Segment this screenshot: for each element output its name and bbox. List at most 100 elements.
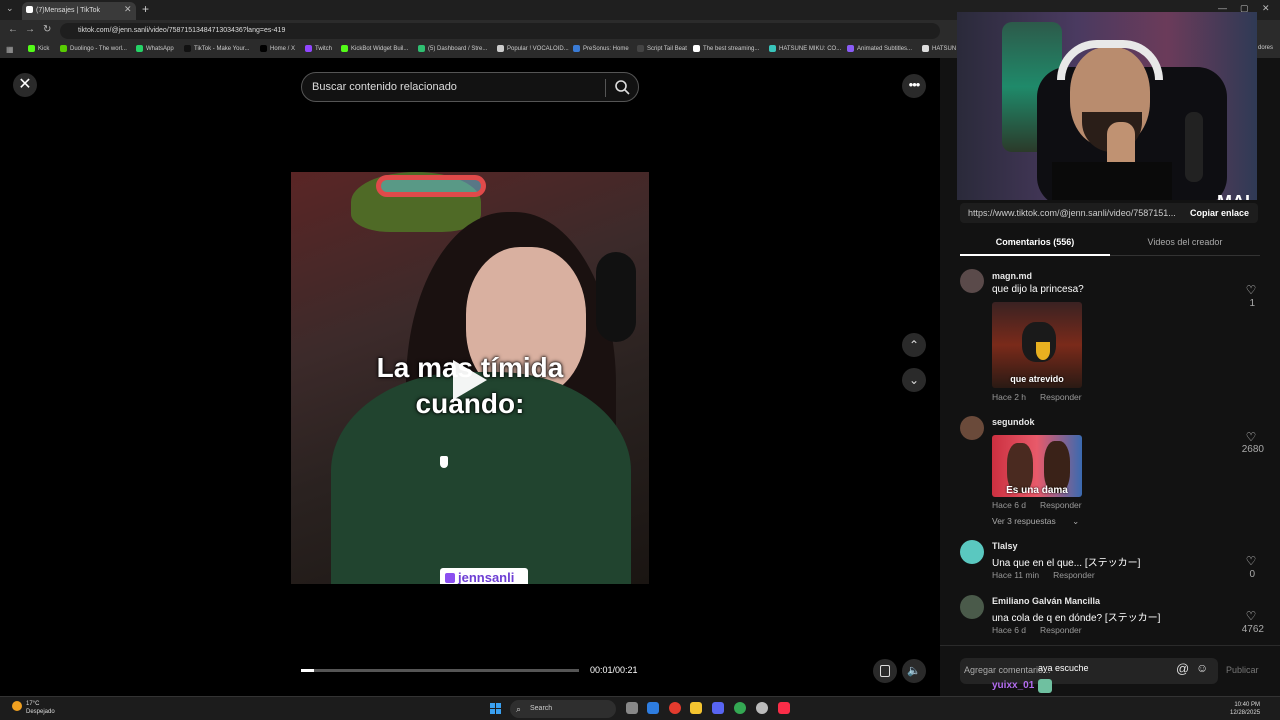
- reply-button[interactable]: Responder: [1040, 500, 1082, 510]
- video-progress-bar[interactable]: [301, 669, 579, 672]
- search-icon[interactable]: [614, 79, 630, 95]
- url-field[interactable]: tiktok.com/@jenn.sanli/video/75871513484…: [60, 23, 940, 39]
- taskbar-search[interactable]: ⌕ Search: [510, 700, 616, 718]
- volume-button[interactable]: 🔈: [902, 659, 926, 683]
- comment-username[interactable]: Tlalsy: [992, 541, 1018, 551]
- bookmark-item[interactable]: HATSUNE MIKU: CO...: [769, 45, 841, 52]
- comment-username[interactable]: segundok: [992, 417, 1035, 427]
- bookmark-item[interactable]: PreSonus: Home: [573, 45, 629, 52]
- like-heart-icon[interactable]: ♡: [1241, 430, 1261, 444]
- more-icon: •••: [908, 77, 921, 92]
- gif-caption: que atrevido: [1010, 374, 1064, 384]
- reload-icon[interactable]: ↻: [43, 24, 51, 35]
- apps-icon[interactable]: ▦: [6, 45, 14, 54]
- close-button[interactable]: ✕: [13, 73, 37, 97]
- reply-button[interactable]: Responder: [1040, 392, 1082, 402]
- picture-in-picture-button[interactable]: [873, 659, 897, 683]
- like-heart-icon[interactable]: ♡: [1241, 609, 1261, 623]
- like-heart-icon[interactable]: ♡: [1241, 554, 1261, 568]
- discord-icon[interactable]: [712, 702, 724, 714]
- panel-tabs: Comentarios (556) Videos del creador: [960, 232, 1260, 256]
- bookmark-item[interactable]: HATSUN: [922, 45, 956, 52]
- bookmark-item[interactable]: Kick: [28, 45, 49, 52]
- search-divider: [605, 79, 606, 97]
- widgets-icon[interactable]: [647, 702, 659, 714]
- related-search-bar[interactable]: Buscar contenido relacionado: [301, 72, 639, 102]
- bookmark-item[interactable]: KickBot Widget Buil...: [341, 45, 408, 52]
- comment-text: que dijo la princesa?: [992, 284, 1084, 295]
- comment-gif[interactable]: Es una dama: [992, 435, 1082, 497]
- windows-start-icon[interactable]: [490, 703, 502, 715]
- file-explorer-icon[interactable]: [690, 702, 702, 714]
- new-tab-icon[interactable]: +: [142, 2, 149, 16]
- publish-button[interactable]: Publicar: [1226, 665, 1259, 675]
- share-link-text[interactable]: https://www.tiktok.com/@jenn.sanli/video…: [968, 208, 1180, 218]
- video-glasses: [376, 175, 486, 197]
- bookmark-favicon-icon: [693, 45, 700, 52]
- watermark-text: jennsanli: [458, 570, 515, 584]
- avatar[interactable]: [960, 540, 984, 564]
- more-options-button[interactable]: •••: [902, 74, 926, 98]
- comment-gif[interactable]: que atrevido: [992, 302, 1082, 388]
- reply-button[interactable]: Responder: [1053, 570, 1095, 580]
- task-view-icon[interactable]: [626, 702, 638, 714]
- comment-meta: Hace 11 min Responder: [992, 570, 1109, 580]
- copy-link-button[interactable]: Copiar enlace: [1190, 208, 1249, 218]
- like-count: 4762: [1241, 624, 1264, 635]
- avatar[interactable]: [960, 595, 984, 619]
- taskbar-clock[interactable]: 10:40 PM 12/28/2025: [1230, 701, 1260, 717]
- bookmark-item[interactable]: Popular ! VOCALOID...: [497, 45, 569, 52]
- bookmark-label: Twitch: [315, 45, 333, 52]
- taskbar-search-icon: ⌕: [516, 704, 522, 714]
- browser-tab-tiktok[interactable]: (7)Mensajes | TikTok: [22, 2, 136, 20]
- comment-composer: Agregar comentario... aya escuche @ ☺ Pu…: [940, 645, 1280, 696]
- bookmarks-overflow[interactable]: dores: [1258, 45, 1273, 51]
- bookmark-item[interactable]: Script Tail Beat: [637, 45, 687, 52]
- streamer-webcam-overlay: MAI: [957, 12, 1257, 200]
- search-input[interactable]: Buscar contenido relacionado: [312, 81, 457, 93]
- bookmark-item[interactable]: Twitch: [305, 45, 332, 52]
- hand-cursor-icon: [440, 456, 448, 468]
- bookmark-item[interactable]: (5) Dashboard / Stre...: [418, 45, 487, 52]
- tab-menu-icon[interactable]: ⌄: [6, 3, 14, 14]
- app-icon-red[interactable]: [669, 702, 681, 714]
- comment-username[interactable]: magn.md: [992, 271, 1032, 281]
- play-icon[interactable]: [453, 360, 487, 400]
- tiktok-favicon-icon: [26, 6, 33, 13]
- comment-time: Hace 6 d: [992, 500, 1027, 510]
- tab-close-icon[interactable]: ✕: [124, 4, 132, 15]
- window-close-icon[interactable]: ✕: [1262, 3, 1270, 14]
- bookmark-item[interactable]: Duolingo - The worl...: [60, 45, 127, 52]
- emoji-icon[interactable]: ☺: [1196, 661, 1208, 675]
- reply-button[interactable]: Responder: [1040, 625, 1082, 635]
- mention-icon[interactable]: @: [1176, 661, 1189, 676]
- bookmark-item[interactable]: TikTok - Make Your...: [184, 45, 249, 52]
- previous-video-button[interactable]: ⌃: [902, 333, 926, 357]
- bookmark-item[interactable]: Home / X: [260, 45, 295, 52]
- comment-meta: Hace 6 d Responder: [992, 500, 1096, 510]
- settings-gear-icon[interactable]: [756, 702, 768, 714]
- chevron-up-icon: ⌃: [908, 338, 920, 352]
- like-heart-icon[interactable]: ♡: [1241, 283, 1261, 297]
- avatar[interactable]: [960, 416, 984, 440]
- view-replies-button[interactable]: Ver 3 respuestas ⌄: [992, 516, 1079, 527]
- taskbar-search-label: Search: [530, 705, 553, 712]
- bookmark-item[interactable]: Animated Subtitles...: [847, 45, 912, 52]
- back-icon[interactable]: ←: [8, 24, 18, 35]
- chat-overlay-badge-icon: [1038, 679, 1052, 693]
- forward-icon[interactable]: →: [25, 24, 35, 35]
- weather-widget[interactable]: 17°C Despejado: [26, 700, 55, 716]
- music-app-icon[interactable]: [778, 702, 790, 714]
- avatar[interactable]: [960, 269, 984, 293]
- webcam-shirt: [1052, 162, 1172, 200]
- next-video-button[interactable]: ⌄: [902, 368, 926, 392]
- bookmark-item[interactable]: The best streaming...: [693, 45, 759, 52]
- tab-creator-videos[interactable]: Videos del creador: [1110, 237, 1260, 247]
- bookmark-label: KickBot Widget Buil...: [351, 45, 409, 52]
- chrome-icon[interactable]: [734, 702, 746, 714]
- comment-username[interactable]: Emiliano Galván Mancilla: [992, 596, 1100, 606]
- tab-comments[interactable]: Comentarios (556): [960, 237, 1110, 247]
- bookmark-item[interactable]: WhatsApp: [136, 45, 174, 52]
- url-text: tiktok.com/@jenn.sanli/video/75871513484…: [78, 27, 286, 34]
- video-player[interactable]: La mas tímida cuando: jennsanli: [291, 172, 649, 584]
